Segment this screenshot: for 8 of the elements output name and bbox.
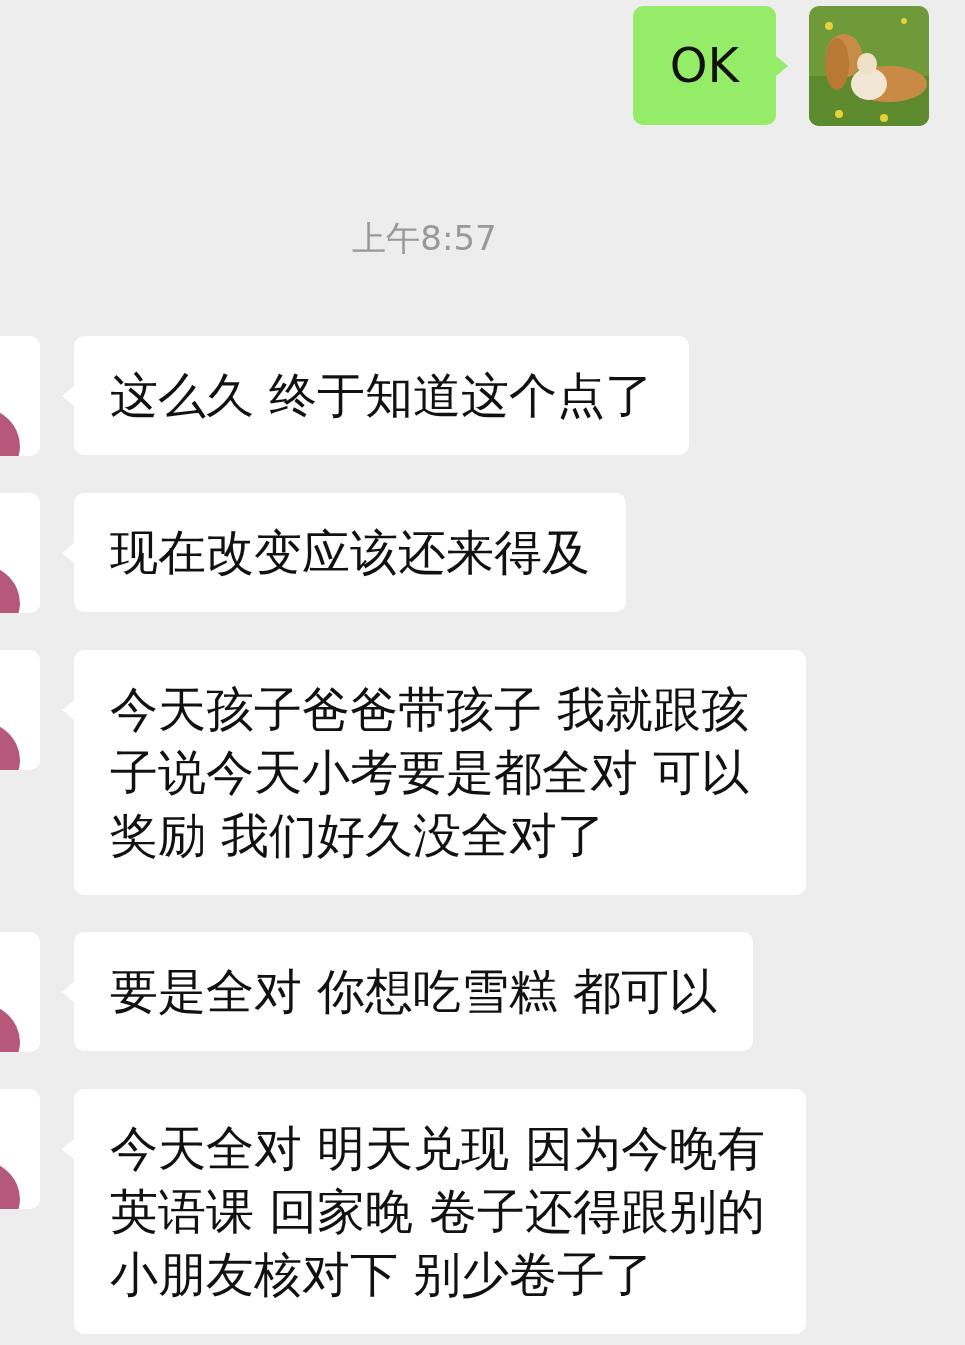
message-bubble: OK bbox=[632, 6, 776, 125]
message-bubble: 今天全对 明天兑现 因为今晚有英语课 回家晚 卷子还得跟别的小朋友核对下 别少卷子了 bbox=[74, 1089, 806, 1334]
message-bubble: 现在改变应该还来得及 bbox=[74, 493, 626, 612]
message-bubble: 这么久 终于知道这个点了 bbox=[74, 336, 690, 455]
message-bubble: 要是全对 你想吃雪糕 都可以 bbox=[74, 932, 753, 1051]
timestamp: 上午8:57 bbox=[352, 218, 497, 258]
bubble-tail bbox=[776, 56, 788, 76]
message-bubble: 今天孩子爸爸带孩子 我就跟孩子说今天小考要是都全对 可以奖励 我们好久没全对了 bbox=[74, 650, 806, 895]
